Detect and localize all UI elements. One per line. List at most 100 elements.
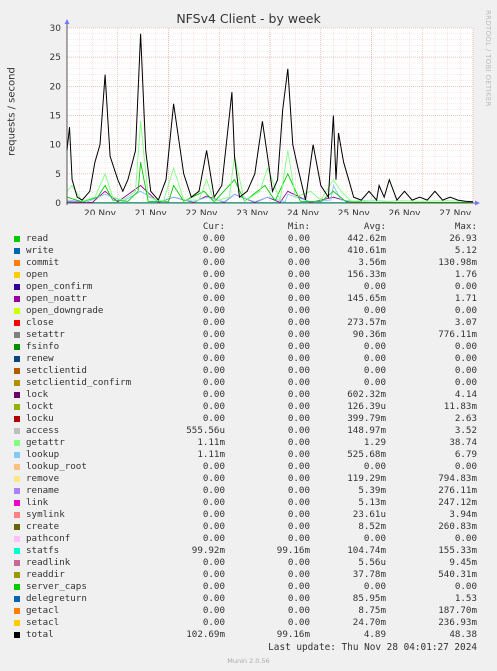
legend-min: 0.00	[287, 317, 310, 328]
legend-row-lookup: lookup 1.11m 0.00 525.68m 6.79	[0, 449, 497, 461]
legend-min: 0.00	[287, 449, 310, 460]
x-tick-label: 27 Nov	[439, 209, 472, 215]
legend-cur: 0.00	[202, 317, 225, 328]
legend-swatch	[14, 392, 20, 398]
legend-label: readlink	[26, 557, 71, 568]
legend-max: 2.63	[454, 413, 477, 424]
legend-max: 48.38	[449, 629, 477, 640]
legend-min: 0.00	[287, 377, 310, 388]
x-tick-label: 22 Nov	[186, 209, 219, 215]
legend-row-lock: lock 0.00 0.00 602.32m 4.14	[0, 389, 497, 401]
legend-max: 0.00	[454, 377, 477, 388]
legend-max: 5.12	[454, 245, 477, 256]
legend-label: remove	[26, 473, 60, 484]
legend-swatch	[14, 356, 20, 362]
legend-cur: 1.11m	[197, 449, 225, 460]
legend-max: 0.00	[454, 341, 477, 352]
legend-row-server_caps: server_caps 0.00 0.00 0.00 0.00	[0, 581, 497, 593]
legend-max: 3.07	[454, 317, 477, 328]
legend-max: 11.83m	[443, 401, 477, 412]
legend-max: 0.00	[454, 581, 477, 592]
legend-row-open: open 0.00 0.00 156.33m 1.76	[0, 269, 497, 281]
legend-label: setclientid_confirm	[26, 377, 132, 388]
legend-swatch	[14, 272, 20, 278]
legend-cur: 0.00	[202, 341, 225, 352]
y-tick-label: 10	[50, 141, 62, 151]
legend-row-read: read 0.00 0.00 442.62m 26.93	[0, 233, 497, 245]
y-tick-label: 20	[50, 82, 62, 92]
legend-swatch	[14, 248, 20, 254]
legend-min: 0.00	[287, 257, 310, 268]
legend-min: 0.00	[287, 353, 310, 364]
legend-label: lockt	[26, 401, 54, 412]
legend-swatch	[14, 512, 20, 518]
legend-label: rename	[26, 485, 60, 496]
legend-swatch	[14, 260, 20, 266]
legend-cur: 0.00	[202, 557, 225, 568]
legend-label: open_downgrade	[26, 305, 104, 316]
legend-label: access	[26, 425, 60, 436]
legend-max: 155.33m	[438, 545, 477, 556]
legend-cur: 0.00	[202, 269, 225, 280]
legend-cur: 102.69m	[186, 629, 225, 640]
legend-row-commit: commit 0.00 0.00 3.56m 130.98m	[0, 257, 497, 269]
legend-label: lock	[26, 389, 49, 400]
legend-avg: 85.95m	[352, 593, 386, 604]
legend-cur: 0.00	[202, 593, 225, 604]
legend-max: 1.71	[454, 293, 477, 304]
legend-max: 3.52	[454, 425, 477, 436]
legend-max: 3.94m	[449, 509, 477, 520]
legend-swatch	[14, 452, 20, 458]
legend-row-close: close 0.00 0.00 273.57m 3.07	[0, 317, 497, 329]
legend-cur: 0.00	[202, 617, 225, 628]
legend-label: total	[26, 629, 54, 640]
legend-avg: 4.89	[363, 629, 386, 640]
legend-max: 1.53	[454, 593, 477, 604]
legend-cur: 0.00	[202, 257, 225, 268]
legend-avg: 525.68m	[347, 449, 386, 460]
legend-swatch	[14, 608, 20, 614]
legend-row-open_noattr: open_noattr 0.00 0.00 145.65m 1.71	[0, 293, 497, 305]
legend-min: 0.00	[287, 497, 310, 508]
legend-label: getacl	[26, 605, 60, 616]
legend-min: 0.00	[287, 533, 310, 544]
legend-label: open_noattr	[26, 293, 87, 304]
legend-avg: 24.70m	[352, 617, 386, 628]
legend-label: open_confirm	[26, 281, 93, 292]
legend-avg: 0.00	[363, 461, 386, 472]
legend-swatch	[14, 236, 20, 242]
legend-min: 0.00	[287, 617, 310, 628]
legend-swatch	[14, 440, 20, 446]
legend-row-setclientid: setclientid 0.00 0.00 0.00 0.00	[0, 365, 497, 377]
legend-row-access: access 555.56u 0.00 148.97m 3.52	[0, 425, 497, 437]
legend-label: setclientid	[26, 365, 87, 376]
munin-version: Munin 2.0.56	[227, 657, 270, 665]
legend-swatch	[14, 308, 20, 314]
legend-avg: 8.52m	[358, 521, 386, 532]
legend-cur: 0.00	[202, 509, 225, 520]
legend-swatch	[14, 380, 20, 386]
legend-label: statfs	[26, 545, 60, 556]
legend-cur: 0.00	[202, 281, 225, 292]
legend-min: 0.00	[287, 389, 310, 400]
legend-label: lookup	[26, 449, 60, 460]
legend-swatch	[14, 284, 20, 290]
legend-avg: 1.29	[363, 437, 386, 448]
legend-row-delegreturn: delegreturn 0.00 0.00 85.95m 1.53	[0, 593, 497, 605]
legend-row-rename: rename 0.00 0.00 5.39m 276.11m	[0, 485, 497, 497]
legend-avg: 0.00	[363, 581, 386, 592]
legend-max: 0.00	[454, 281, 477, 292]
legend-label: renew	[26, 353, 54, 364]
legend-label: fsinfo	[26, 341, 60, 352]
legend-max: 236.93m	[438, 617, 477, 628]
legend-avg: 273.57m	[347, 317, 386, 328]
legend-cur: 555.56u	[186, 425, 225, 436]
legend-avg: 0.00	[363, 305, 386, 316]
legend-avg: 0.00	[363, 353, 386, 364]
legend-cur: 0.00	[202, 353, 225, 364]
legend-min: 0.00	[287, 329, 310, 340]
legend-row-getacl: getacl 0.00 0.00 8.75m 187.70m	[0, 605, 497, 617]
legend-cur: 0.00	[202, 581, 225, 592]
legend-min: 0.00	[287, 365, 310, 376]
legend-avg: 90.36m	[352, 329, 386, 340]
